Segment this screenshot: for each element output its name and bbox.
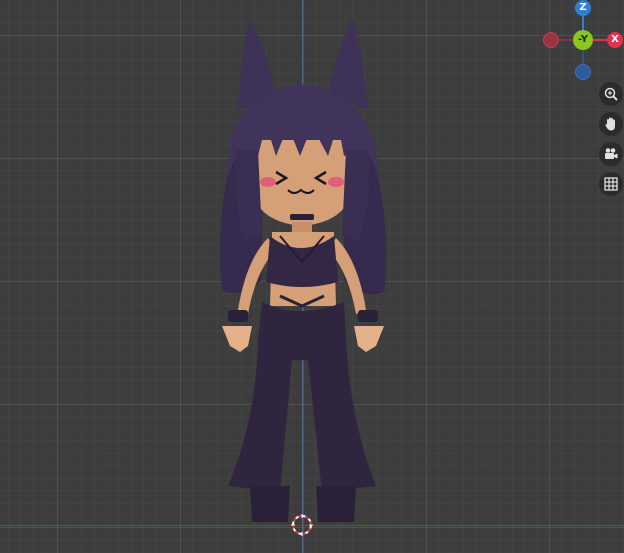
hand-icon xyxy=(605,117,615,131)
gizmo-neg-x-axis[interactable] xyxy=(543,32,559,48)
gizmo-z-axis[interactable]: Z xyxy=(575,0,591,16)
gizmo-neg-z-axis[interactable] xyxy=(575,64,591,80)
perspective-toggle-button[interactable] xyxy=(599,172,623,196)
camera-view-button[interactable] xyxy=(599,142,623,166)
right-cuff xyxy=(358,310,378,322)
left-blush xyxy=(260,177,276,187)
choker xyxy=(290,214,314,220)
viewport-navigation-toolbar xyxy=(598,82,624,202)
right-hand xyxy=(354,326,384,352)
pan-button[interactable] xyxy=(599,112,623,136)
right-boot xyxy=(316,486,356,522)
left-hand xyxy=(222,326,252,352)
camera-icon xyxy=(605,148,618,159)
character-model[interactable] xyxy=(0,0,624,553)
zoom-button[interactable] xyxy=(599,82,623,106)
gizmo-neg-y-axis[interactable]: -Y xyxy=(573,30,593,50)
navigation-gizmo[interactable]: Z X -Y xyxy=(540,0,624,84)
grid-icon xyxy=(604,177,618,191)
left-cuff xyxy=(228,310,248,322)
right-blush xyxy=(328,177,344,187)
magnifier-plus-icon xyxy=(604,87,618,101)
3d-viewport[interactable]: Z X -Y xyxy=(0,0,624,553)
gizmo-x-axis[interactable]: X xyxy=(607,32,623,48)
left-boot xyxy=(250,486,290,522)
